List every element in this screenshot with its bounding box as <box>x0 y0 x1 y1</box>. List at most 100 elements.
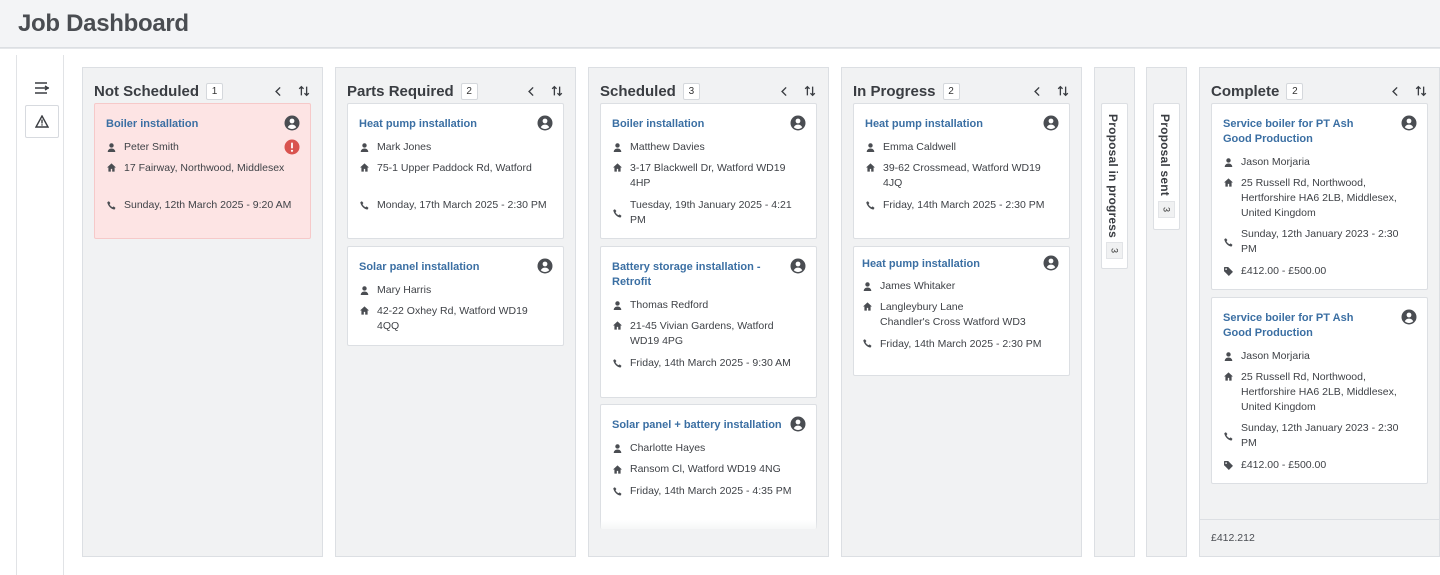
column-count-badge: 3 <box>1158 201 1175 218</box>
assignee-avatar-icon[interactable] <box>1401 309 1417 325</box>
job-title[interactable]: Heat pump installation <box>862 257 1032 272</box>
customer-name: Charlotte Hayes <box>630 442 706 454</box>
job-title[interactable]: Heat pump installation <box>359 117 529 132</box>
assignee-avatar-icon[interactable] <box>1043 255 1059 271</box>
column-header: Scheduled 3 <box>600 79 818 103</box>
job-card[interactable]: Heat pump installation Emma Caldwell 39-… <box>853 103 1070 239</box>
home-icon <box>359 304 377 316</box>
customer-row: Emma Caldwell <box>865 140 1057 155</box>
sort-icon[interactable] <box>1413 83 1429 99</box>
person-icon <box>612 140 630 155</box>
job-title[interactable]: Heat pump installation <box>865 117 1035 132</box>
job-card[interactable]: Service boiler for PT Ash Good Productio… <box>1211 103 1428 290</box>
assignee-avatar-icon[interactable] <box>790 416 806 432</box>
customer-name: Mary Harris <box>377 284 432 296</box>
top-bar: Job Dashboard <box>0 0 1440 48</box>
home-icon <box>1223 370 1241 382</box>
column-parts-required: Parts Required 2 Heat pump installation … <box>335 67 576 557</box>
collapsed-column-label[interactable]: Proposal sent 3 <box>1153 103 1180 230</box>
assignee-avatar-icon[interactable] <box>1043 115 1059 131</box>
left-nav <box>16 55 64 575</box>
person-icon <box>1223 349 1241 364</box>
phone-icon <box>1223 431 1241 442</box>
datetime-row: Sunday, 12th January 2023 - 2:30 PM <box>1223 227 1415 257</box>
column-title: Scheduled <box>600 82 676 100</box>
job-card[interactable]: Service boiler for PT Ash Good Productio… <box>1211 297 1428 484</box>
datetime-row: Sunday, 12th January 2023 - 2:30 PM <box>1223 421 1415 451</box>
phone-icon <box>1223 237 1241 248</box>
collapse-column-chevron-icon[interactable] <box>1029 83 1045 99</box>
customer-row: Jason Morjaria <box>1223 349 1415 364</box>
person-icon <box>862 279 880 294</box>
customer-row: Jason Morjaria <box>1223 155 1415 170</box>
job-card[interactable]: Boiler installation Peter Smith 17 Fairw… <box>94 103 311 239</box>
job-title[interactable]: Service boiler for PT Ash Good Productio… <box>1223 117 1383 146</box>
customer-name: Jason Morjaria <box>1241 350 1310 362</box>
customer-row: Peter Smith <box>106 140 298 155</box>
collapse-column-chevron-icon[interactable] <box>1387 83 1403 99</box>
assignee-avatar-icon[interactable] <box>790 115 806 131</box>
sort-icon[interactable] <box>549 83 565 99</box>
column-count-badge: 2 <box>1286 82 1304 100</box>
appointment-datetime: Friday, 14th March 2025 - 9:30 AM <box>630 357 791 369</box>
home-icon <box>862 300 880 312</box>
job-title[interactable]: Solar panel installation <box>359 260 529 275</box>
home-icon <box>1223 176 1241 188</box>
assignee-avatar-icon[interactable] <box>537 258 553 274</box>
scroll-fade <box>589 520 828 534</box>
collapse-column-chevron-icon[interactable] <box>270 83 286 99</box>
appointment-datetime: Sunday, 12th January 2023 - 2:30 PM <box>1241 422 1399 449</box>
address-row: Ransom Cl, Watford WD19 4NG <box>612 462 804 477</box>
assignee-avatar-icon[interactable] <box>537 115 553 131</box>
appointment-datetime: Sunday, 12th January 2023 - 2:30 PM <box>1241 228 1399 255</box>
job-title[interactable]: Boiler installation <box>106 117 276 132</box>
job-card[interactable]: Boiler installation Matthew Davies 3-17 … <box>600 103 817 239</box>
job-card[interactable]: Solar panel + battery installation Charl… <box>600 404 817 529</box>
person-icon <box>106 140 124 155</box>
column-title: In Progress <box>853 82 936 100</box>
sort-icon[interactable] <box>296 83 312 99</box>
person-icon <box>359 140 377 155</box>
customer-name: Matthew Davies <box>630 141 705 153</box>
datetime-row: Tuesday, 19th January 2025 - 4:21 PM <box>612 198 804 228</box>
column-header: Parts Required 2 <box>347 79 565 103</box>
column-not-scheduled: Not Scheduled 1 Boiler installation Pete… <box>82 67 323 557</box>
datetime-row: Friday, 14th March 2025 - 2:30 PM <box>865 198 1057 213</box>
phone-icon <box>612 486 630 497</box>
address-line-2: Chandler's Cross Watford WD3 <box>880 316 1026 328</box>
collapsed-column-proposal-sent[interactable]: Proposal sent 3 <box>1146 67 1187 557</box>
price-row: £412.00 - £500.00 <box>1223 264 1415 279</box>
job-card[interactable]: Battery storage installation - Retrofit … <box>600 246 817 398</box>
job-title[interactable]: Battery storage installation - Retrofit <box>612 260 782 289</box>
collapse-column-chevron-icon[interactable] <box>523 83 539 99</box>
collapse-column-chevron-icon[interactable] <box>776 83 792 99</box>
job-card[interactable]: Heat pump installation James Whitaker La… <box>853 246 1070 376</box>
customer-name: James Whitaker <box>880 280 956 292</box>
page-title: Job Dashboard <box>18 10 189 37</box>
address-row: Langleybury Lane Chandler's Cross Watford… <box>862 300 1057 330</box>
collapse-menu-button[interactable] <box>25 71 59 104</box>
address-line-1: Langleybury Lane <box>880 301 964 313</box>
collapsed-column-label[interactable]: Proposal in progress 3 <box>1101 103 1128 269</box>
collapsed-column-proposal-in-progress[interactable]: Proposal in progress 3 <box>1094 67 1135 557</box>
alerts-button[interactable] <box>25 105 59 138</box>
column-header: Complete 2 <box>1211 79 1429 103</box>
job-title[interactable]: Boiler installation <box>612 117 782 132</box>
column-count-badge: 2 <box>942 82 960 100</box>
address: 39-62 Crossmead, Watford WD19 4JQ <box>883 162 1041 189</box>
job-title[interactable]: Solar panel + battery installation <box>612 418 792 433</box>
assignee-avatar-icon[interactable] <box>284 115 300 131</box>
assignee-avatar-icon[interactable] <box>1401 115 1417 131</box>
sort-icon[interactable] <box>802 83 818 99</box>
customer-row: Mark Jones <box>359 140 551 155</box>
customer-name: Jason Morjaria <box>1241 156 1310 168</box>
tag-icon <box>1223 460 1241 471</box>
job-title[interactable]: Service boiler for PT Ash Good Productio… <box>1223 311 1383 340</box>
job-card[interactable]: Heat pump installation Mark Jones 75-1 U… <box>347 103 564 239</box>
address: 17 Fairway, Northwood, Middlesex <box>124 162 285 174</box>
address: 21-45 Vivian Gardens, Watford WD19 4PG <box>630 320 774 347</box>
address: 25 Russell Rd, Northwood, Hertforshire H… <box>1241 177 1397 219</box>
assignee-avatar-icon[interactable] <box>790 258 806 274</box>
sort-icon[interactable] <box>1055 83 1071 99</box>
job-card[interactable]: Solar panel installation Mary Harris 42-… <box>347 246 564 346</box>
